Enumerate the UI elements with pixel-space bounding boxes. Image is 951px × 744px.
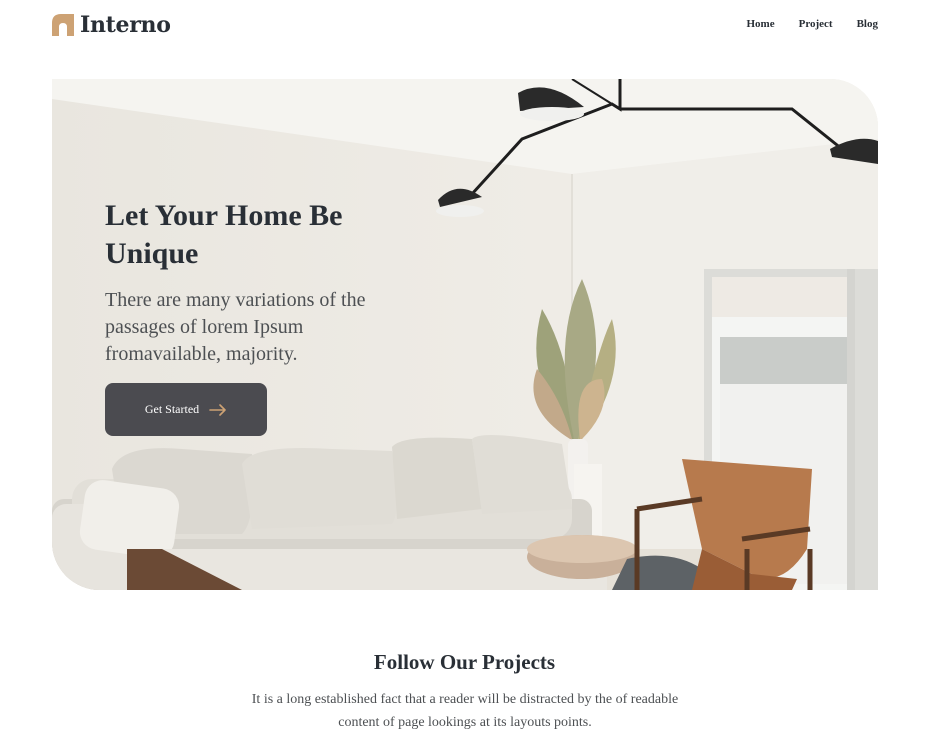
nav-project[interactable]: Project — [799, 18, 833, 30]
get-started-button[interactable]: Get Started — [105, 383, 267, 436]
hero-title: Let Your Home Be Unique — [105, 199, 343, 270]
logo[interactable]: Interno — [52, 12, 171, 38]
hero-subtitle: There are many variations of the passage… — [105, 289, 366, 365]
nav-home[interactable]: Home — [746, 18, 774, 30]
logo-icon — [52, 14, 74, 36]
arrow-right-icon — [209, 403, 226, 416]
site-header: Interno Home Project Blog — [0, 0, 951, 52]
main-nav: Home Project Blog — [746, 18, 878, 30]
projects-description: It is a long established fact that a rea… — [251, 692, 679, 730]
projects-title: Follow Our Projects — [373, 650, 556, 674]
hero-banner: Let Your Home Be Unique There are many v… — [52, 79, 878, 590]
nav-blog[interactable]: Blog — [857, 18, 878, 30]
brand-name: Interno — [80, 12, 171, 38]
get-started-label: Get Started — [144, 402, 200, 416]
